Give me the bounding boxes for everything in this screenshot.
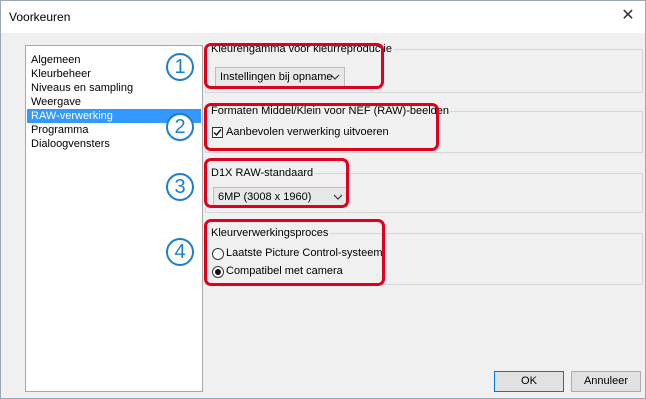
preferences-dialog: Voorkeuren ✕ Algemeen Kleurbeheer Niveau… <box>0 0 646 399</box>
sidebar-item-weergave[interactable]: Weergave <box>27 95 201 109</box>
callout-badge-2: 2 <box>166 113 194 141</box>
window-title: Voorkeuren <box>9 10 71 24</box>
highlight-section-4 <box>204 219 385 286</box>
ok-button[interactable]: OK <box>494 371 564 392</box>
highlight-section-3 <box>204 158 349 208</box>
sidebar-item-niveaus-en-sampling[interactable]: Niveaus en sampling <box>27 81 201 95</box>
close-icon[interactable]: ✕ <box>611 1 645 33</box>
category-list[interactable]: Algemeen Kleurbeheer Niveaus en sampling… <box>25 45 203 392</box>
cancel-button[interactable]: Annuleer <box>571 371 641 392</box>
highlight-section-1 <box>204 43 384 89</box>
callout-badge-3: 3 <box>166 173 194 201</box>
callout-badge-4: 4 <box>166 238 194 266</box>
highlight-section-2 <box>204 103 439 151</box>
title-bar: Voorkeuren ✕ <box>1 1 645 33</box>
callout-badge-1: 1 <box>166 53 194 81</box>
